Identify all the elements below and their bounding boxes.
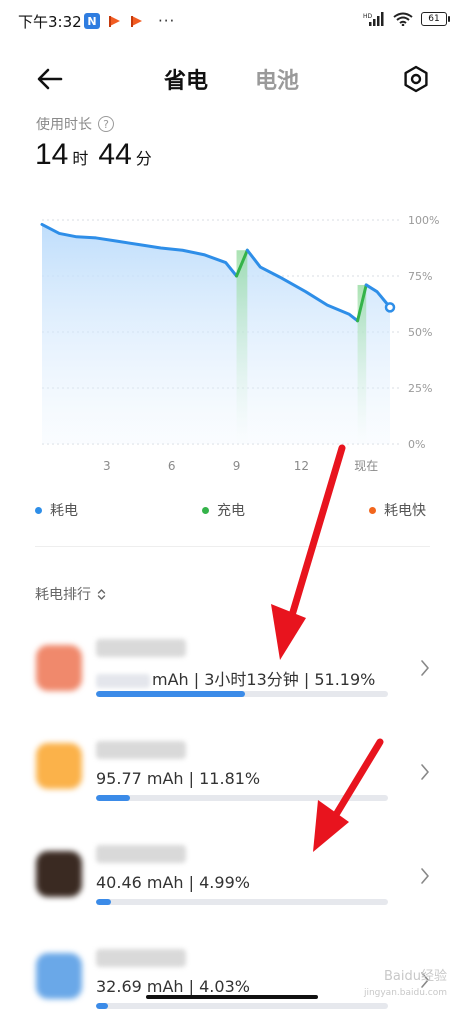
legend-label: 耗电快 bbox=[384, 503, 426, 519]
chevron-right-icon bbox=[421, 868, 429, 884]
battery-icon: 61 bbox=[421, 12, 450, 26]
usage-progress-fill bbox=[96, 1003, 108, 1009]
flag-notification-icon bbox=[109, 16, 120, 27]
app-usage-stats: 95.77 mAh | 11.81% bbox=[96, 769, 260, 788]
sort-chevrons-icon bbox=[97, 588, 106, 600]
usage-hours: 14 bbox=[35, 138, 69, 171]
help-icon[interactable]: ? bbox=[98, 116, 114, 132]
current-level-point bbox=[384, 302, 396, 313]
tab-battery[interactable]: 电池 bbox=[255, 63, 299, 95]
usage-label-text: 使用时长 bbox=[36, 117, 92, 133]
rank-label: 耗电排行 bbox=[35, 587, 91, 603]
usage-progress-fill bbox=[96, 795, 131, 801]
x-tick-label: 3 bbox=[103, 459, 111, 473]
watermark-url: jingyan.baidu.com bbox=[363, 988, 447, 998]
usage-time-value: 14 时 44 分 bbox=[35, 138, 158, 172]
rank-sort-toggle[interactable]: 耗电排行 bbox=[35, 584, 106, 604]
app-name-blurred bbox=[96, 949, 186, 967]
x-tick-label: 9 bbox=[233, 459, 241, 473]
app-usage-stats: 40.46 mAh | 4.99% bbox=[96, 873, 250, 892]
app-usage-stats: 32.69 mAh | 4.03% bbox=[96, 977, 250, 996]
legend-label: 耗电 bbox=[50, 503, 78, 519]
home-indicator[interactable] bbox=[146, 995, 318, 999]
battery-level-chart: 100% 75% 50% 25% 0% 3 6 9 12 现在 bbox=[40, 214, 439, 473]
app-usage-row[interactable]: 40.46 mAh | 4.99% bbox=[0, 833, 465, 937]
blurred-value bbox=[96, 673, 150, 688]
legend-dot bbox=[369, 506, 376, 514]
svg-text:HD: HD bbox=[363, 13, 373, 20]
back-arrow-icon[interactable] bbox=[34, 63, 66, 95]
legend-item-fast-drain: 耗电快 bbox=[369, 500, 426, 520]
usage-progress-bar bbox=[96, 691, 388, 697]
y-tick-label: 100% bbox=[408, 214, 439, 227]
app-icon bbox=[36, 645, 82, 691]
y-tick-label: 50% bbox=[408, 326, 432, 339]
app-name-blurred bbox=[96, 741, 186, 759]
x-tick-label: 12 bbox=[294, 459, 309, 473]
legend-item-charge: 充电 bbox=[202, 500, 245, 520]
y-tick-label: 75% bbox=[408, 270, 432, 283]
system-status-icons: HD 61 bbox=[363, 12, 450, 26]
app-stats-text: 40.46 mAh | 4.99% bbox=[96, 873, 250, 892]
usage-progress-fill bbox=[96, 691, 246, 697]
status-time: 下午3:32 bbox=[18, 13, 82, 31]
app-stats-text: 32.69 mAh | 4.03% bbox=[96, 977, 250, 996]
legend-dot bbox=[35, 506, 42, 514]
usage-minutes-unit: 分 bbox=[135, 149, 152, 168]
chevron-right-icon bbox=[421, 660, 429, 676]
status-bar: 下午3:32 N ··· HD 61 bbox=[0, 0, 465, 40]
usage-hours-unit: 时 bbox=[72, 149, 89, 168]
usage-progress-bar bbox=[96, 1003, 388, 1009]
charging-band bbox=[236, 250, 248, 444]
app-notification-icon: N bbox=[84, 13, 100, 29]
legend-item-drain: 耗电 bbox=[35, 500, 78, 520]
usage-time-label: 使用时长 ? bbox=[36, 114, 114, 134]
app-usage-row[interactable]: mAh | 3小时13分钟 | 51.19% bbox=[0, 625, 465, 729]
legend-dot bbox=[202, 506, 209, 514]
watermark: Baidu经验 bbox=[384, 969, 447, 984]
chart-legend: 耗电 充电 耗电快 bbox=[0, 500, 465, 520]
header: 省电 电池 bbox=[0, 55, 465, 103]
more-notifications-icon: ··· bbox=[158, 12, 176, 30]
app-icon bbox=[36, 743, 82, 789]
x-tick-label: 现在 bbox=[354, 459, 378, 473]
legend-label: 充电 bbox=[217, 503, 245, 519]
tab-power-saving[interactable]: 省电 bbox=[164, 63, 208, 95]
divider bbox=[35, 546, 430, 547]
usage-progress-bar bbox=[96, 899, 388, 905]
usage-progress-bar bbox=[96, 795, 388, 801]
battery-area-fill bbox=[42, 224, 390, 444]
signal-icon: HD bbox=[363, 12, 384, 26]
chevron-right-icon bbox=[421, 764, 429, 780]
app-name-blurred bbox=[96, 639, 186, 657]
app-stats-text: 95.77 mAh | 11.81% bbox=[96, 769, 261, 788]
app-usage-stats: mAh | 3小时13分钟 | 51.19% bbox=[96, 666, 375, 690]
y-tick-label: 0% bbox=[408, 438, 425, 451]
x-tick-label: 6 bbox=[168, 459, 176, 473]
app-stats-text: mAh | 3小时13分钟 | 51.19% bbox=[152, 670, 376, 689]
y-tick-label: 25% bbox=[408, 382, 432, 395]
app-name-blurred bbox=[96, 845, 186, 863]
app-usage-row[interactable]: 95.77 mAh | 11.81% bbox=[0, 729, 465, 833]
app-icon bbox=[36, 851, 82, 897]
notification-icons: N ··· bbox=[84, 12, 175, 30]
usage-minutes: 44 bbox=[98, 138, 132, 171]
app-icon bbox=[36, 953, 82, 999]
usage-progress-fill bbox=[96, 899, 111, 905]
wifi-icon bbox=[393, 12, 413, 26]
flag-notification-icon bbox=[131, 16, 142, 27]
settings-gear-icon[interactable] bbox=[401, 64, 431, 94]
